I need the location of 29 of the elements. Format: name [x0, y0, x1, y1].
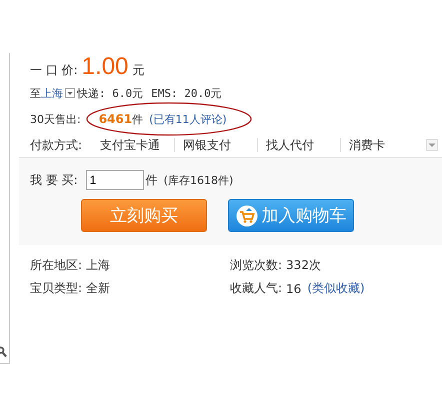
info-value: 全新: [86, 280, 110, 297]
info-label: 宝贝类型:: [30, 280, 82, 297]
payment-label: 付款方式:: [30, 136, 84, 154]
sales-label: 30天售出:: [30, 112, 81, 126]
price-unit: 元: [132, 62, 144, 79]
info-value: 16: [286, 282, 302, 296]
ems-fee: EMS: 20.0元: [151, 86, 222, 100]
info-label: 收藏人气:: [230, 280, 282, 297]
price-label: 一 口 价:: [30, 62, 78, 79]
info-label: 浏览次数:: [230, 257, 282, 274]
city-link[interactable]: 上海: [41, 86, 63, 100]
info-label: 所在地区:: [30, 257, 82, 274]
stock-text: (库存1618件): [164, 172, 234, 188]
price-amount: 1.00: [82, 53, 128, 81]
quantity-field[interactable]: 1: [86, 170, 144, 190]
info-value: 上海: [86, 257, 110, 274]
payment-method[interactable]: 支付宝卡通: [92, 138, 174, 152]
sales-count: 6461: [98, 112, 132, 126]
similar-favorites-link[interactable]: (类似收藏): [307, 280, 365, 297]
quantity-unit: 件: [146, 172, 158, 188]
payment-method[interactable]: 消费卡: [340, 138, 423, 152]
payment-method[interactable]: 找人代付: [257, 138, 340, 152]
express-fee: 快递: 6.0元: [77, 86, 144, 100]
payment-method[interactable]: 网银支付: [174, 138, 257, 152]
shipping-prefix: 至: [30, 86, 41, 100]
reviews-link[interactable]: (已有11人评论): [149, 112, 227, 126]
quantity-label: 我 要 买:: [30, 172, 78, 188]
sales-unit: 件: [132, 112, 144, 126]
info-value: 332次: [286, 257, 321, 274]
